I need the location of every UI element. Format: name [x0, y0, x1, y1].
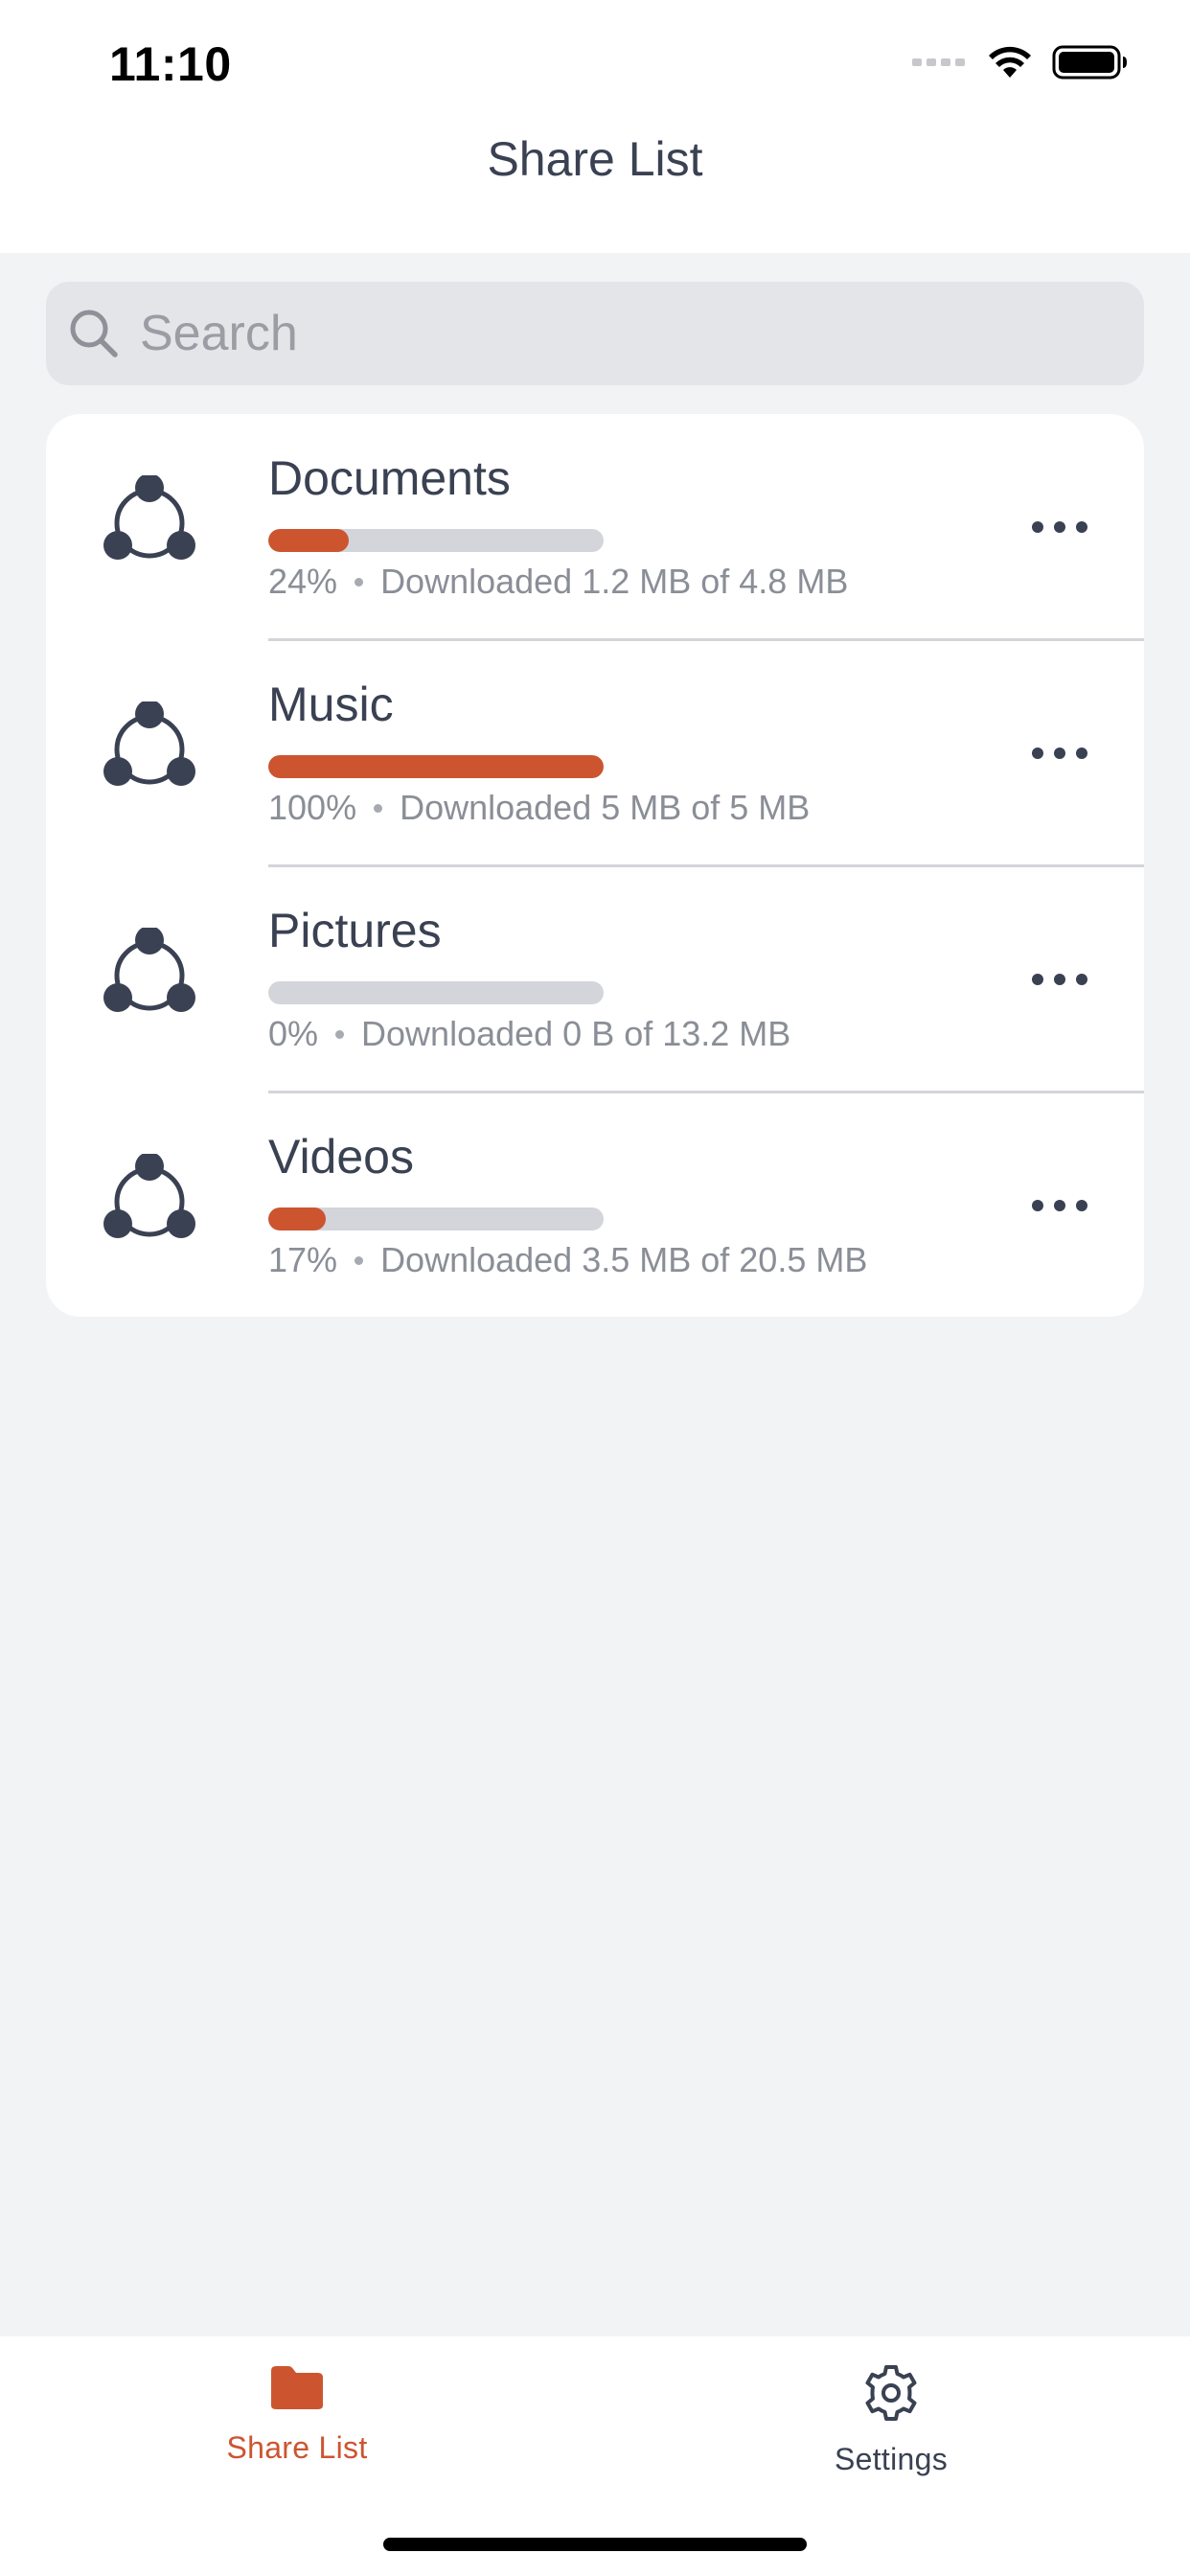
download-progress-bar — [268, 755, 604, 778]
download-percent: 0% — [268, 1014, 319, 1053]
download-detail: Downloaded 5 MB of 5 MB — [400, 788, 811, 827]
status-time: 11:10 — [109, 37, 232, 91]
download-progress-fill — [268, 529, 349, 552]
share-list: Documents 24% Downloaded 1.2 MB of 4.8 M… — [46, 414, 1144, 1317]
download-progress-fill — [268, 755, 604, 778]
ellipsis-icon — [1031, 1199, 1088, 1212]
wifi-icon — [987, 45, 1033, 80]
share-status: 0% Downloaded 0 B of 13.2 MB — [268, 1014, 790, 1054]
share-row-pictures[interactable]: Pictures 0% Downloaded 0 B of 13.2 MB — [46, 864, 1144, 1092]
search-bar[interactable] — [46, 282, 1144, 385]
share-name: Videos — [268, 1130, 414, 1184]
ellipsis-icon — [1031, 747, 1088, 760]
status-icons — [912, 44, 1129, 80]
status-bar: 11:10 — [0, 0, 1190, 125]
more-options-button[interactable] — [1021, 500, 1098, 554]
share-status: 17% Downloaded 3.5 MB of 20.5 MB — [268, 1240, 867, 1280]
home-indicator — [383, 2538, 807, 2551]
share-row-music[interactable]: Music 100% Downloaded 5 MB of 5 MB — [46, 638, 1144, 866]
more-options-button[interactable] — [1021, 726, 1098, 780]
more-options-button[interactable] — [1021, 1179, 1098, 1232]
tab-label: Settings — [834, 2442, 949, 2476]
tab-label: Share List — [226, 2430, 368, 2465]
search-icon — [67, 307, 121, 360]
download-detail: Downloaded 3.5 MB of 20.5 MB — [380, 1240, 868, 1279]
share-network-icon — [102, 1154, 197, 1250]
download-progress-bar — [268, 981, 604, 1004]
download-progress-fill — [268, 1208, 326, 1230]
separator-dot — [355, 577, 364, 586]
navigation-header: Share List — [0, 125, 1190, 253]
more-options-button[interactable] — [1021, 953, 1098, 1006]
separator-dot — [374, 803, 383, 813]
share-name: Pictures — [268, 904, 442, 957]
share-name: Documents — [268, 451, 511, 505]
share-row-videos[interactable]: Videos 17% Downloaded 3.5 MB of 20.5 MB — [46, 1091, 1144, 1317]
share-network-icon — [102, 702, 197, 797]
ellipsis-icon — [1031, 973, 1088, 986]
download-percent: 17% — [268, 1240, 338, 1279]
battery-icon — [1052, 44, 1129, 80]
download-percent: 24% — [268, 562, 338, 601]
download-progress-bar — [268, 529, 604, 552]
share-network-icon — [102, 928, 197, 1024]
share-status: 24% Downloaded 1.2 MB of 4.8 MB — [268, 562, 848, 602]
share-network-icon — [102, 475, 197, 571]
search-input[interactable] — [140, 305, 1098, 362]
share-name: Music — [268, 678, 394, 731]
cellular-signal-icon — [912, 56, 968, 69]
share-status: 100% Downloaded 5 MB of 5 MB — [268, 788, 810, 828]
page-title: Share List — [487, 132, 703, 186]
separator-dot — [355, 1255, 364, 1265]
download-percent: 100% — [268, 788, 357, 827]
tab-share-list[interactable]: Share List — [153, 2363, 441, 2466]
download-detail: Downloaded 1.2 MB of 4.8 MB — [380, 562, 849, 601]
ellipsis-icon — [1031, 520, 1088, 534]
share-row-documents[interactable]: Documents 24% Downloaded 1.2 MB of 4.8 M… — [46, 414, 1144, 640]
share-list-screen: 11:10 Share List Search Documents 24% Do… — [0, 0, 1190, 2576]
gear-icon — [861, 2363, 921, 2423]
download-detail: Downloaded 0 B of 13.2 MB — [361, 1014, 791, 1053]
folder-icon — [267, 2363, 327, 2411]
tab-settings[interactable]: Settings — [747, 2363, 1035, 2477]
separator-dot — [335, 1029, 345, 1039]
download-progress-bar — [268, 1208, 604, 1230]
